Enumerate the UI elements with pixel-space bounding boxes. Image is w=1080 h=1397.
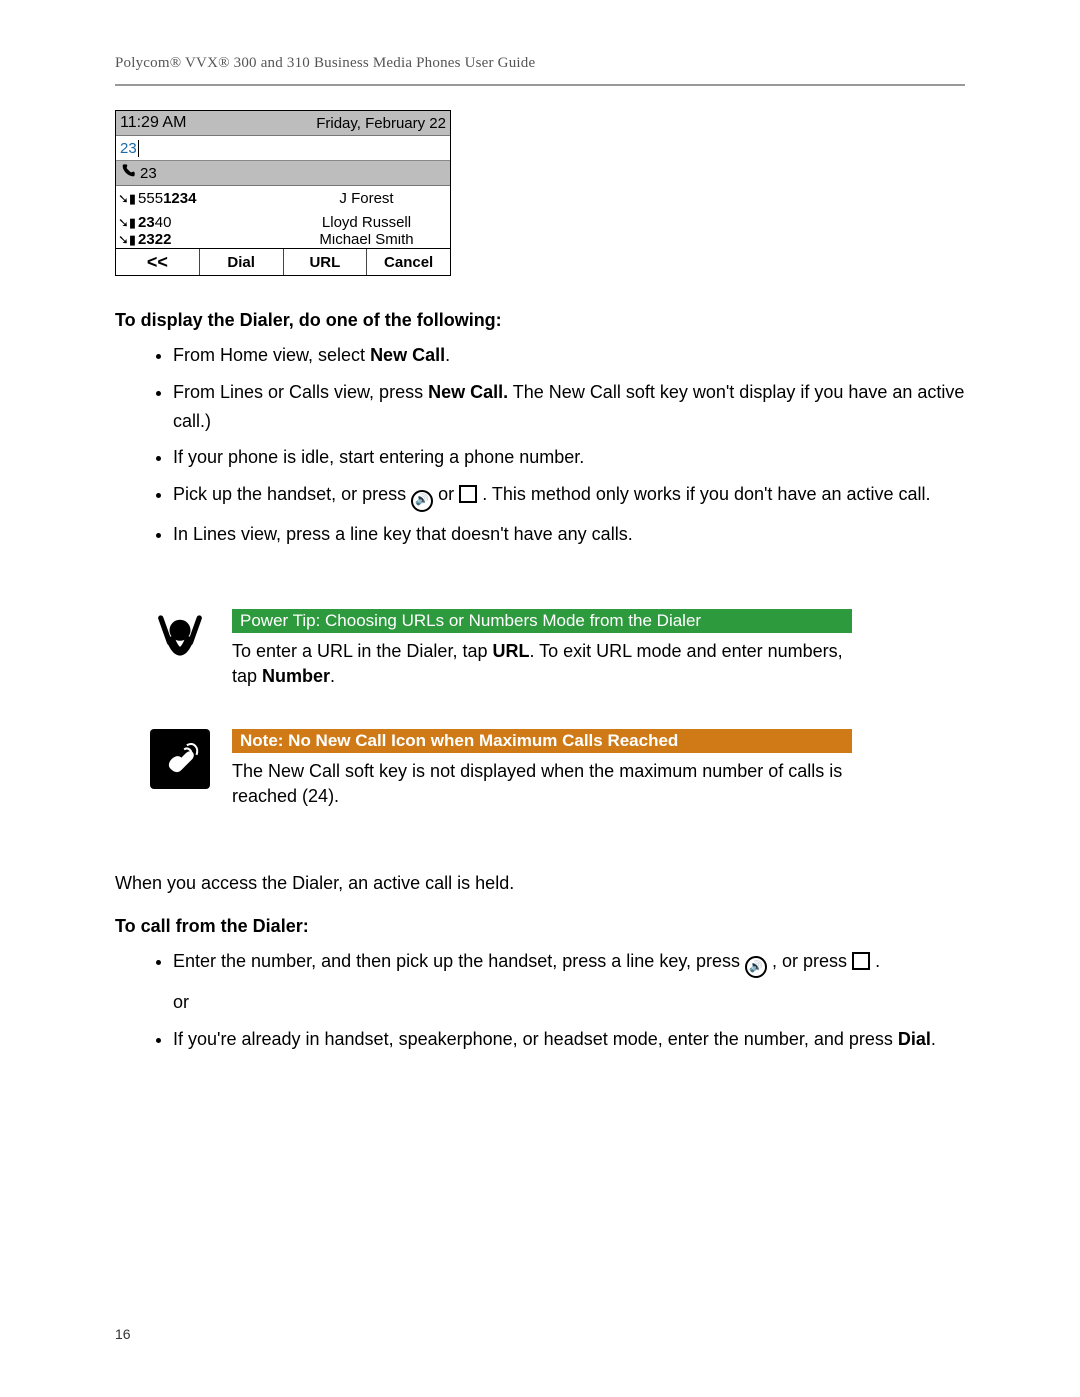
list-item: Enter the number, and then pick up the h… xyxy=(173,947,965,1018)
list-item: From Home view, select New Call. xyxy=(173,341,965,370)
list-item: If your phone is idle, start entering a … xyxy=(173,443,965,472)
list-number: 2322 xyxy=(138,234,171,248)
speaker-icon: 🔊 xyxy=(745,950,767,979)
list-item: If you're already in handset, speakerpho… xyxy=(173,1025,965,1054)
power-tip-text: To enter a URL in the Dialer, tap URL. T… xyxy=(232,639,852,689)
softkey-bar: << Dial URL Cancel xyxy=(116,249,450,275)
headset-icon xyxy=(459,483,477,512)
list-number: 2340 xyxy=(138,214,171,231)
text: . xyxy=(445,345,450,365)
power-tip-icon xyxy=(150,609,210,669)
call-from-dialer-list: Enter the number, and then pick up the h… xyxy=(115,947,965,1054)
note-title: Note: No New Call Icon when Maximum Call… xyxy=(232,729,852,753)
list-number: 5551234 xyxy=(138,190,196,207)
list-item: ➘▮ 5551234 J Forest xyxy=(116,186,450,210)
power-tip-title: Power Tip: Choosing URLs or Numbers Mode… xyxy=(232,609,852,633)
section-heading-call-from-dialer: To call from the Dialer: xyxy=(115,916,965,937)
text-bold: URL xyxy=(492,641,529,661)
received-call-icon: ➘▮ xyxy=(118,216,136,229)
header-rule xyxy=(115,84,965,86)
line-label: 23 xyxy=(140,165,157,182)
softkey-back[interactable]: << xyxy=(116,249,200,275)
softkey-url[interactable]: URL xyxy=(284,249,368,275)
status-bar: 11:29 AM Friday, February 22 xyxy=(116,111,450,136)
phone-screenshot: 11:29 AM Friday, February 22 23 23 ➘▮ 55… xyxy=(115,110,451,276)
text: . This method only works if you don't ha… xyxy=(482,484,930,504)
text: If you're already in handset, speakerpho… xyxy=(173,1029,898,1049)
headset-icon xyxy=(852,950,870,979)
dial-input-row: 23 xyxy=(116,136,450,161)
phone-handset-icon xyxy=(120,163,136,183)
status-date: Friday, February 22 xyxy=(316,115,446,132)
dial-input-value: 23 xyxy=(120,140,137,157)
text: To enter a URL in the Dialer, tap xyxy=(232,641,492,661)
text-bold: Dial xyxy=(898,1029,931,1049)
text-bold: New Call xyxy=(370,345,445,365)
note-icon xyxy=(150,729,210,789)
received-call-icon: ➘▮ xyxy=(118,234,136,246)
phone-suggestions: ➘▮ 5551234 J Forest ➘▮ 2340 Lloyd Russel… xyxy=(116,186,450,249)
page-number: 16 xyxy=(115,1326,131,1342)
page-header: Polycom® VVX® 300 and 310 Business Media… xyxy=(115,55,965,72)
text: . xyxy=(931,1029,936,1049)
text: From Lines or Calls view, press xyxy=(173,382,428,402)
body-paragraph: When you access the Dialer, an active ca… xyxy=(115,870,965,896)
list-item: ➘▮ 2340 Lloyd Russell xyxy=(116,210,450,234)
list-name: Michael Smith xyxy=(283,234,450,248)
text: Pick up the handset, or press xyxy=(173,484,411,504)
list-name: Lloyd Russell xyxy=(283,214,450,231)
list-name: J Forest xyxy=(283,190,450,207)
text: . xyxy=(330,666,335,686)
status-time: 11:29 AM xyxy=(120,114,186,132)
list-item: From Lines or Calls view, press New Call… xyxy=(173,378,965,436)
display-dialer-list: From Home view, select New Call. From Li… xyxy=(115,341,965,549)
power-tip-callout: Power Tip: Choosing URLs or Numbers Mode… xyxy=(150,609,965,689)
text: Enter the number, and then pick up the h… xyxy=(173,951,745,971)
line-row: 23 xyxy=(116,161,450,186)
text: or xyxy=(438,484,459,504)
section-heading-display-dialer: To display the Dialer, do one of the fol… xyxy=(115,310,965,331)
list-item-cut: ➘▮ 2322 Michael Smith xyxy=(116,234,450,249)
text: . xyxy=(875,951,880,971)
text-cursor xyxy=(138,140,139,157)
speaker-icon: 🔊 xyxy=(411,483,433,512)
text: , or press xyxy=(772,951,852,971)
list-item: In Lines view, press a line key that doe… xyxy=(173,520,965,549)
or-text: or xyxy=(173,988,965,1017)
received-call-icon: ➘▮ xyxy=(118,192,136,205)
list-item: Pick up the handset, or press 🔊 or . Thi… xyxy=(173,480,965,512)
note-callout: Note: No New Call Icon when Maximum Call… xyxy=(150,729,965,809)
softkey-cancel[interactable]: Cancel xyxy=(367,249,450,275)
note-text: The New Call soft key is not displayed w… xyxy=(232,759,852,809)
text-bold: Number xyxy=(262,666,330,686)
text-bold: New Call. xyxy=(428,382,508,402)
softkey-dial[interactable]: Dial xyxy=(200,249,284,275)
text: From Home view, select xyxy=(173,345,370,365)
